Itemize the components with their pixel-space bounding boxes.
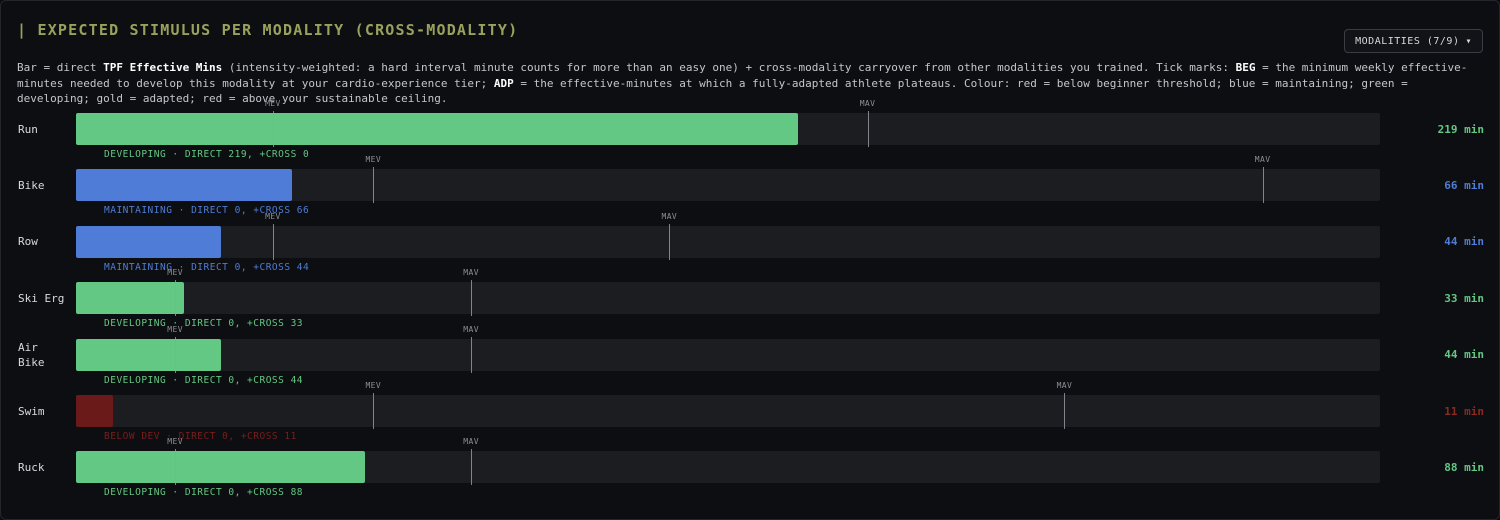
modality-row-bike: Bike MEV MAV MAINTAINING · DIRECT 0, +CROSS… [1, 155, 1500, 225]
modality-minutes: 11 min [1444, 404, 1484, 418]
mev-tick-label: MEV [167, 437, 183, 447]
stimulus-track: MEV MAV [76, 99, 1380, 147]
mav-tick-label: MAV [1056, 381, 1073, 390]
modality-label: Bike [18, 178, 45, 192]
modality-label: Run [18, 122, 38, 136]
mav-tick [471, 336, 473, 373]
modality-row-ski-erg: Ski Erg MEV MAV DEVELOPING · DIRECT 0, +CRO… [1, 268, 1500, 338]
mav-tick [471, 449, 473, 486]
modality-label: Ski Erg [18, 291, 65, 305]
mev-tick [175, 449, 177, 486]
stimulus-bar [76, 338, 221, 371]
modality-status: DEVELOPING · DIRECT 0, +CROSS 44 [104, 374, 304, 386]
panel-title: | Expected Stimulus Per Modality (Cross-… [17, 21, 519, 39]
mev-tick [373, 393, 375, 429]
desc-text-1: Bar = direct [17, 61, 104, 74]
stimulus-track: MEV MAV [76, 212, 1380, 260]
stimulus-bar [76, 113, 799, 145]
mav-tick-label: MAV [859, 99, 876, 108]
desc-bold-adp: ADP [493, 76, 514, 90]
chevron-down-icon: ▾ [1465, 35, 1472, 47]
mev-tick-label: MEV [365, 381, 382, 390]
mav-tick-label: MAV [463, 324, 479, 334]
stimulus-track: MEV MAV [76, 155, 1380, 204]
desc-bold-effective-mins: TPF Effective Mins [103, 61, 223, 74]
modality-minutes: 44 min [1444, 348, 1484, 362]
mev-tick-label: MEV [167, 324, 183, 334]
mav-tick [669, 223, 671, 260]
mav-tick-label: MAV [463, 437, 479, 447]
mev-tick-label: MEV [265, 99, 281, 108]
modalities-button-label: MODALITIES (7/9) [1355, 35, 1460, 47]
mav-tick-label: MAV [463, 268, 479, 278]
stimulus-bar [76, 451, 366, 484]
mev-tick-label: MEV [365, 155, 382, 165]
stimulus-panel: | Expected Stimulus Per Modality (Cross-… [0, 0, 1500, 520]
stimulus-bar [76, 282, 185, 315]
stimulus-track: MEV MAV [76, 325, 1380, 373]
stimulus-track: MEV MAV [76, 437, 1380, 486]
modality-label: Air Bike [18, 340, 45, 369]
modality-minutes: 88 min [1444, 460, 1484, 474]
modality-row-air-bike: Air Bike MEV MAV DEVELOPING · DIRECT 0, +CR… [1, 325, 1500, 395]
stimulus-track: MEV MAV [76, 381, 1380, 429]
mev-tick [175, 280, 177, 317]
mav-tick [1262, 167, 1264, 204]
modality-row-ruck: Ruck MEV MAV DEVELOPING · DIRECT 0, +CROSS … [1, 437, 1500, 507]
modality-status: DEVELOPING · DIRECT 0, +CROSS 88 [104, 487, 304, 499]
mav-tick [1064, 393, 1066, 429]
desc-bold-beg: BEG [1235, 61, 1256, 74]
modality-status: MAINTAINING · DIRECT 0, +CROSS 44 [104, 261, 310, 273]
modality-label: Row [18, 235, 38, 249]
mav-tick-label: MAV [1254, 155, 1271, 165]
chart-description: Bar = direct TPF Effective Mins (intensi… [17, 60, 1487, 107]
modality-minutes: 66 min [1444, 178, 1484, 192]
modality-status: DEVELOPING · DIRECT 0, +CROSS 33 [104, 318, 304, 330]
modality-status: BELOW DEV · DIRECT 0, +CROSS 11 [104, 431, 297, 442]
mev-tick [175, 336, 177, 373]
stimulus-bar [76, 225, 221, 258]
modalities-dropdown-button[interactable]: MODALITIES (7/9) ▾ [1344, 29, 1483, 53]
modality-status: DEVELOPING · DIRECT 219, +CROSS 0 [104, 149, 310, 160]
mav-tick-label: MAV [661, 211, 678, 221]
mev-tick [272, 111, 274, 147]
modality-minutes: 44 min [1444, 235, 1484, 249]
modality-minutes: 219 min [1437, 122, 1484, 136]
modality-label: Swim [18, 404, 45, 418]
stimulus-bar [76, 169, 293, 202]
modality-row-row: Row MEV MAV MAINTAINING · DIRECT 0, +CROSS … [1, 212, 1500, 282]
mev-tick [272, 223, 274, 260]
modality-label: Ruck [18, 460, 45, 474]
modality-row-swim: Swim MEV MAV BELOW DEV · DIRECT 0, +CROSS 1… [1, 381, 1500, 451]
stimulus-bar [76, 395, 113, 427]
desc-text-2: (intensity-weighted: a hard interval min… [222, 61, 1236, 74]
mev-tick-label: MEV [265, 211, 281, 221]
mev-tick [373, 167, 375, 204]
mav-tick [471, 280, 473, 317]
modality-minutes: 33 min [1444, 291, 1484, 305]
stimulus-track: MEV MAV [76, 268, 1380, 317]
modality-row-run: Run MEV MAV DEVELOPING · DIRECT 219, +CROSS… [1, 99, 1500, 169]
mev-tick-label: MEV [167, 268, 183, 278]
mav-tick [867, 111, 869, 147]
